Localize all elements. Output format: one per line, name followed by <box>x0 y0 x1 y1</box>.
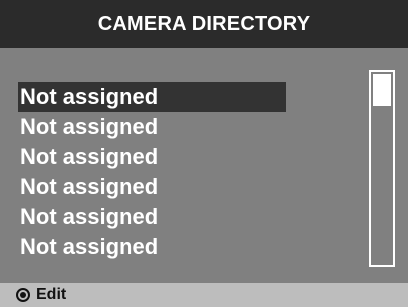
camera-list: Not assigned Not assigned Not assigned N… <box>18 82 286 262</box>
page-title: CAMERA DIRECTORY <box>97 12 311 35</box>
footer-bar: Edit <box>0 283 408 307</box>
list-item[interactable]: Not assigned <box>18 142 286 172</box>
list-item[interactable]: Not assigned <box>18 112 286 142</box>
scrollbar[interactable] <box>369 70 395 267</box>
screen-header: CAMERA DIRECTORY <box>0 0 408 48</box>
list-item[interactable]: Not assigned <box>18 232 286 262</box>
edit-action-label[interactable]: Edit <box>36 286 66 304</box>
list-item[interactable]: Not assigned <box>18 202 286 232</box>
scrollbar-thumb[interactable] <box>373 74 391 106</box>
knob-icon <box>16 288 30 302</box>
camera-directory-screen: CAMERA DIRECTORY Not assigned Not assign… <box>0 0 408 307</box>
list-item[interactable]: Not assigned <box>18 82 286 112</box>
list-item[interactable]: Not assigned <box>18 172 286 202</box>
